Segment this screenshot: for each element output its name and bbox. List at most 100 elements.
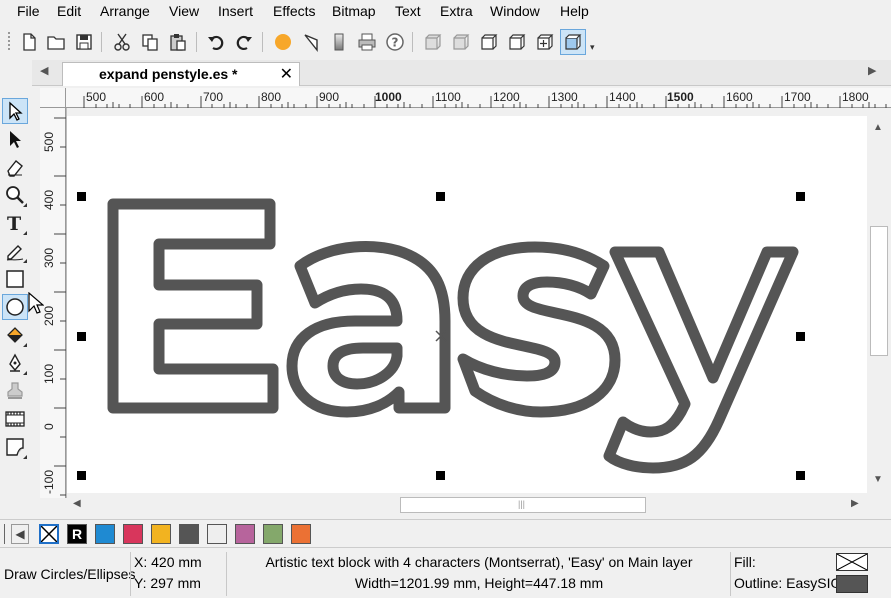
cut-icon[interactable] [109,29,135,55]
rectangle-tool-icon[interactable] [2,266,28,292]
fill-swatch[interactable] [836,553,868,571]
menu-bar: File Edit Arrange View Insert Effects Bi… [0,0,891,24]
fill-label: Fill: [734,554,756,570]
undo-icon[interactable] [203,29,229,55]
cube-view-3-icon[interactable] [476,29,502,55]
tab-document[interactable]: expand penstyle.es * ✕ [62,62,300,86]
film-strip-icon[interactable] [2,406,28,432]
select-arrow-icon[interactable] [2,98,28,124]
selection-handle[interactable] [796,192,805,201]
cursor-x: X: 420 mm [134,554,202,570]
tab-close-icon[interactable]: ✕ [280,64,293,84]
menu-extra[interactable]: Extra [440,3,473,19]
paste-icon[interactable] [165,29,191,55]
node-edit-icon[interactable] [2,126,28,152]
color-swatch-orange[interactable] [291,524,311,544]
cube-view-4-icon[interactable] [504,29,530,55]
mouse-cursor-icon [28,292,44,314]
drawing-canvas[interactable] [67,116,867,493]
ruler-label: 500 [42,131,56,152]
no-color-swatch[interactable] [39,524,59,544]
menu-edit[interactable]: Edit [57,3,81,19]
fill-color-icon[interactable] [270,29,296,55]
easy-text-object[interactable] [67,116,867,493]
tab-scroll-left-icon[interactable]: ◀ [40,64,48,77]
ruler-label: 700 [203,90,224,104]
vertical-scroll-thumb[interactable] [870,226,888,356]
stamp-icon[interactable] [2,378,28,404]
ruler-label: 1600 [726,90,753,104]
color-swatch-red[interactable] [123,524,143,544]
document-tab-bar: ◀ expand penstyle.es * ✕ ▶ [32,60,891,86]
ruler-label: 1300 [551,90,578,104]
menu-bitmap[interactable]: Bitmap [332,3,376,19]
ruler-label: 1100 [435,90,461,104]
new-document-icon[interactable] [16,29,42,55]
help-icon[interactable]: ? [382,29,408,55]
horizontal-scrollbar[interactable]: ◀ ||| ▶ [67,495,867,515]
redo-icon[interactable] [231,29,257,55]
ellipse-tool-icon[interactable] [2,294,28,320]
ruler-label: 1800 [842,90,869,104]
menu-effects[interactable]: Effects [273,3,316,19]
toolbar-overflow-icon[interactable]: ▾ [590,42,595,53]
selection-handle[interactable] [77,192,86,201]
cube-view-2-icon[interactable] [448,29,474,55]
menu-insert[interactable]: Insert [218,3,253,19]
tool-hint: Draw Circles/Ellipses [4,566,136,582]
ruler-corner[interactable] [40,88,66,108]
gradient-icon[interactable] [326,29,352,55]
copy-icon[interactable] [137,29,163,55]
menu-view[interactable]: View [169,3,199,19]
vertical-scrollbar[interactable]: ▲ ▼ [867,116,891,493]
ruler-label: 200 [42,305,56,326]
menu-help[interactable]: Help [560,3,589,19]
zoom-icon[interactable] [2,182,28,208]
ruler-label: 1200 [493,90,520,104]
main-toolbar: ? ▾ [0,26,891,58]
save-icon[interactable] [71,29,97,55]
fill-bucket-icon[interactable] [2,322,28,348]
cube-view-6-icon[interactable] [560,29,586,55]
outline-swatch[interactable] [836,575,868,593]
selection-handle[interactable] [796,332,805,341]
selection-handle[interactable] [77,332,86,341]
print-icon[interactable] [354,29,380,55]
menu-arrange[interactable]: Arrange [100,3,150,19]
selection-handle[interactable] [436,471,445,480]
palette-scroll-left-icon[interactable]: ◀ [11,524,29,544]
registration-swatch[interactable]: R [67,524,87,544]
open-folder-icon[interactable] [43,29,69,55]
color-swatch-yellow[interactable] [151,524,171,544]
color-swatch-green[interactable] [263,524,283,544]
menu-text[interactable]: Text [395,3,421,19]
selection-handle[interactable] [436,192,445,201]
scroll-right-icon[interactable]: ▶ [851,498,859,509]
color-swatch-lightgray[interactable] [207,524,227,544]
ruler-label: 0 [42,423,56,430]
pen-tool-icon[interactable] [2,238,28,264]
page-curl-icon[interactable] [2,434,28,460]
palette-grip[interactable] [4,524,10,544]
color-swatch-purple[interactable] [235,524,255,544]
cube-view-5-icon[interactable] [532,29,558,55]
selection-handle[interactable] [77,471,86,480]
toolbar-grip[interactable] [8,32,10,52]
scroll-up-icon[interactable]: ▲ [873,122,883,133]
menu-file[interactable]: File [17,3,40,19]
eraser-icon[interactable] [2,154,28,180]
color-swatch-blue[interactable] [95,524,115,544]
tab-scroll-right-icon[interactable]: ▶ [868,64,876,77]
text-tool-icon[interactable]: T [2,210,28,236]
horizontal-scroll-thumb[interactable]: ||| [400,497,646,513]
ruler-label: 400 [42,189,56,210]
color-swatch-gray[interactable] [179,524,199,544]
horizontal-ruler[interactable]: 500 600 700 800 900 1000 1100 1200 1300 … [66,88,891,108]
scroll-left-icon[interactable]: ◀ [73,498,81,509]
menu-window[interactable]: Window [490,3,540,19]
outline-icon[interactable] [298,29,324,55]
pen-nib-icon[interactable] [2,350,28,376]
selection-handle[interactable] [796,471,805,480]
cube-view-1-icon[interactable] [420,29,446,55]
scroll-down-icon[interactable]: ▼ [873,474,883,485]
